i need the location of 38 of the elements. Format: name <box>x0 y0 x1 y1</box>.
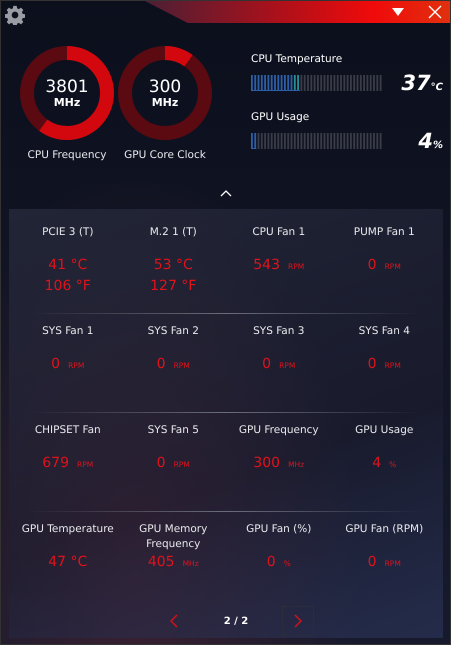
gauge-value: 3801 <box>45 78 89 96</box>
gauge-label: GPU Core Clock <box>124 149 206 161</box>
gauge-label: CPU Frequency <box>28 149 106 161</box>
gauge-unit: MHz <box>152 96 178 108</box>
sensor-label: SYS Fan 2 <box>148 324 199 339</box>
sensor-label: CPU Fan 1 <box>252 225 306 240</box>
settings-icon[interactable] <box>5 5 25 25</box>
sensor-label: M.2 1 (T) <box>150 225 197 240</box>
meter-label: CPU Temperature <box>251 53 344 65</box>
chevron-left-icon <box>170 614 178 628</box>
sensor-label: GPU Temperature <box>22 522 114 537</box>
sensor-label: SYS Fan 5 <box>148 423 199 438</box>
meter-value: 37°C <box>400 71 443 95</box>
sensor-value: 53 °C <box>154 256 193 275</box>
sensor-label: GPU Fan (RPM) <box>345 522 424 537</box>
sensor-label: GPU Usage <box>355 423 414 438</box>
dropdown-icon[interactable] <box>392 8 404 16</box>
sensor-label: SYS Fan 3 <box>253 324 304 339</box>
sensor-label: GPU Memory Frequency <box>138 522 208 552</box>
sensor-value: 47 °C <box>48 553 88 572</box>
close-icon[interactable] <box>428 5 442 19</box>
sensor-value: 106 °F <box>44 277 91 296</box>
meter-label: GPU Usage <box>251 111 310 123</box>
collapse-icon[interactable] <box>220 190 232 196</box>
sensor-label: CHIPSET Fan <box>34 423 101 438</box>
page-indicator: 2 / 2 <box>224 616 248 626</box>
sensor-label: PUMP Fan 1 <box>354 225 415 240</box>
chevron-right-icon <box>294 614 302 628</box>
gauge-unit: MHz <box>54 96 80 108</box>
sensor-label: GPU Frequency <box>238 423 319 438</box>
sensor-label: PCIE 3 (T) <box>42 225 94 240</box>
sensor-label: SYS Fan 1 <box>42 324 94 339</box>
sensor-label: GPU Fan (%) <box>246 522 312 537</box>
sensor-value: 127 °F <box>150 277 196 296</box>
gauge-value: 300 <box>148 78 182 96</box>
sensor-label: SYS Fan 4 <box>358 324 410 339</box>
sensor-value: 41 °C <box>48 256 88 275</box>
meter-value: 4% <box>417 129 443 153</box>
